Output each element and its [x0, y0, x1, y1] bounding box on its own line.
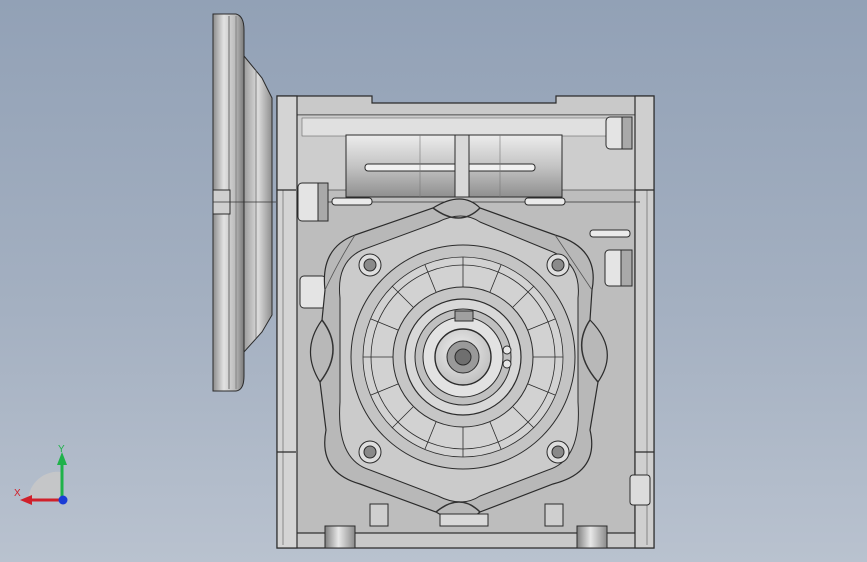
bolt-top-right	[546, 253, 570, 277]
graphics-viewport[interactable]: Y X	[0, 0, 867, 562]
coordinate-triad: Y X	[14, 444, 68, 505]
bolt-bottom-left	[358, 440, 382, 464]
triad-plane	[28, 471, 62, 500]
motor-flange[interactable]	[212, 13, 276, 392]
bolt-bottom-right	[546, 440, 570, 464]
bolt-top-left	[358, 253, 382, 277]
gear-reducer-model[interactable]	[0, 0, 867, 562]
y-axis-label: Y	[58, 444, 65, 455]
output-bearing-rings	[350, 244, 576, 470]
x-axis-arrow-icon	[20, 495, 32, 505]
x-axis-label: X	[14, 488, 21, 499]
z-axis-dot-icon	[58, 495, 68, 505]
